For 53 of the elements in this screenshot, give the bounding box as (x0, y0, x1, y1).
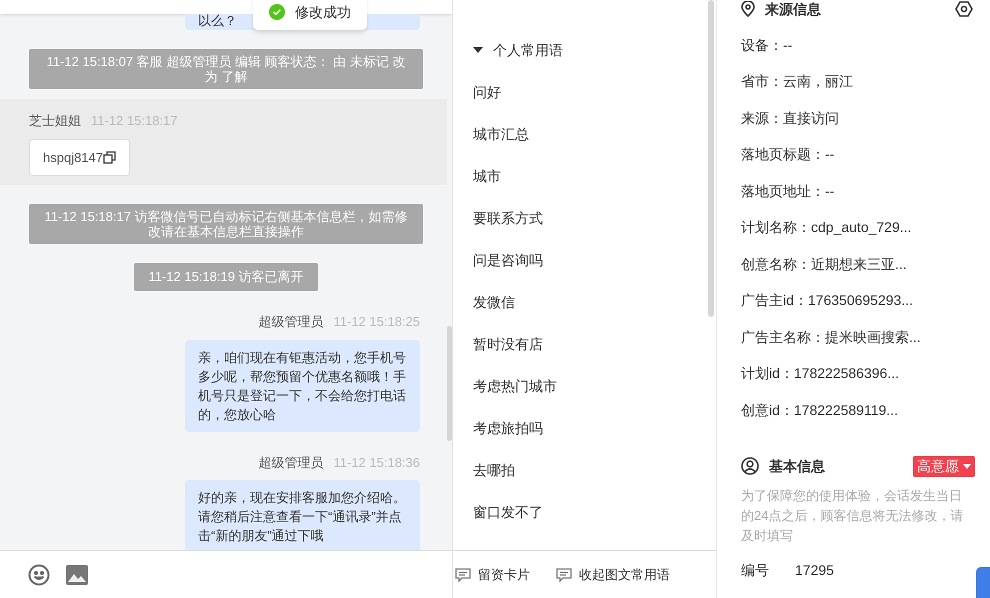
section-title: 基本信息 (769, 456, 825, 476)
user-circle-icon (741, 457, 759, 475)
info-field: 来源：直接访问 (741, 108, 978, 128)
intent-tag[interactable]: 高意愿 (913, 456, 975, 476)
section-title: 来源信息 (765, 0, 821, 18)
message-bubble: hspqj8147 (29, 138, 130, 176)
field-label: 编号 (741, 560, 769, 580)
info-field: 落地页地址：-- (741, 180, 978, 200)
message-icon (455, 568, 471, 582)
smiley-icon[interactable] (28, 564, 50, 586)
sender-name: 超级管理员 (258, 454, 324, 472)
settings-icon[interactable] (955, 0, 973, 18)
location-pin-icon (741, 1, 755, 17)
phrase-item[interactable]: 考虑旅拍吗 (473, 418, 543, 438)
info-field: 计划id：178222586396... (741, 363, 978, 383)
phrase-item[interactable]: 要联系方式 (473, 208, 543, 228)
phrase-item[interactable]: 城市汇总 (473, 124, 529, 144)
phrase-item[interactable]: 去哪拍 (473, 460, 515, 480)
phrase-item[interactable]: 城市 (473, 166, 501, 186)
phrase-item[interactable]: 暂时没有店 (473, 334, 543, 354)
info-field: 广告主名称：提米映画搜索... (741, 326, 978, 346)
info-field: 创意id：178222589119... (741, 400, 978, 420)
message-icon (556, 568, 572, 582)
copy-icon[interactable] (103, 150, 116, 164)
phrase-item[interactable]: 问是咨询吗 (473, 250, 543, 270)
phrase-item[interactable]: 考虑热门城市 (473, 376, 557, 396)
phrase-item[interactable]: 窗口发不了 (473, 502, 543, 522)
info-field: 广告主id：176350695293... (741, 290, 978, 310)
image-icon[interactable] (66, 564, 88, 584)
system-note: 11-12 15:18:19 访客已离开 (134, 263, 318, 291)
check-circle-icon (269, 4, 285, 20)
sender-name: 芝士姐姐 (29, 112, 81, 130)
info-field: 计划名称：cdp_auto_729... (741, 217, 978, 237)
system-note: 11-12 15:18:07 客服 超级管理员 编辑 顾客状态： 由 未标记 改为 了解 (29, 49, 423, 89)
message-time: 11-12 15:18:36 (334, 454, 420, 472)
message-bubble: 亲，咱们现在有钜惠活动，您手机号多少呢，帮您预留个优惠名额哦！手机号只是登记一下，不会给您打电话的，您放心哈 (185, 340, 420, 432)
info-field: 省市：云南，丽江 (741, 71, 978, 91)
field-value: 17295 (795, 560, 834, 580)
toolbar-button[interactable]: 收起图文常用语 (556, 564, 670, 584)
phrase-item[interactable]: 问好 (473, 82, 501, 102)
sender-name: 超级管理员 (258, 313, 324, 331)
system-note: 11-12 15:18:17 访客微信号已自动标记右侧基本信息栏，如需修改请在基本信息栏直接操作 (29, 204, 423, 244)
info-field: 创意名称：近期想来三亚... (741, 254, 978, 274)
message-bubble: 好的亲，现在安排客服加您介绍哈。请您稍后注意查看一下“通讯录”并点击“新的朋友”通过下哦 (185, 480, 420, 550)
info-field: 设备：-- (741, 34, 978, 54)
caret-icon (963, 464, 971, 468)
message-time: 11-12 15:18:25 (334, 313, 420, 331)
info-field: 落地页标题：-- (741, 144, 978, 164)
toolbar-button[interactable]: 留资卡片 (455, 564, 530, 584)
phrase-group-header[interactable]: 个人常用语 (473, 40, 563, 60)
success-toast: 修改成功 (253, 0, 367, 30)
notice-text: 为了保障您的使用体验，会话发生当日的24点之后，顾客信息将无法修改，请及时填写 (741, 486, 964, 544)
phrase-item[interactable]: 发微信 (473, 292, 515, 312)
